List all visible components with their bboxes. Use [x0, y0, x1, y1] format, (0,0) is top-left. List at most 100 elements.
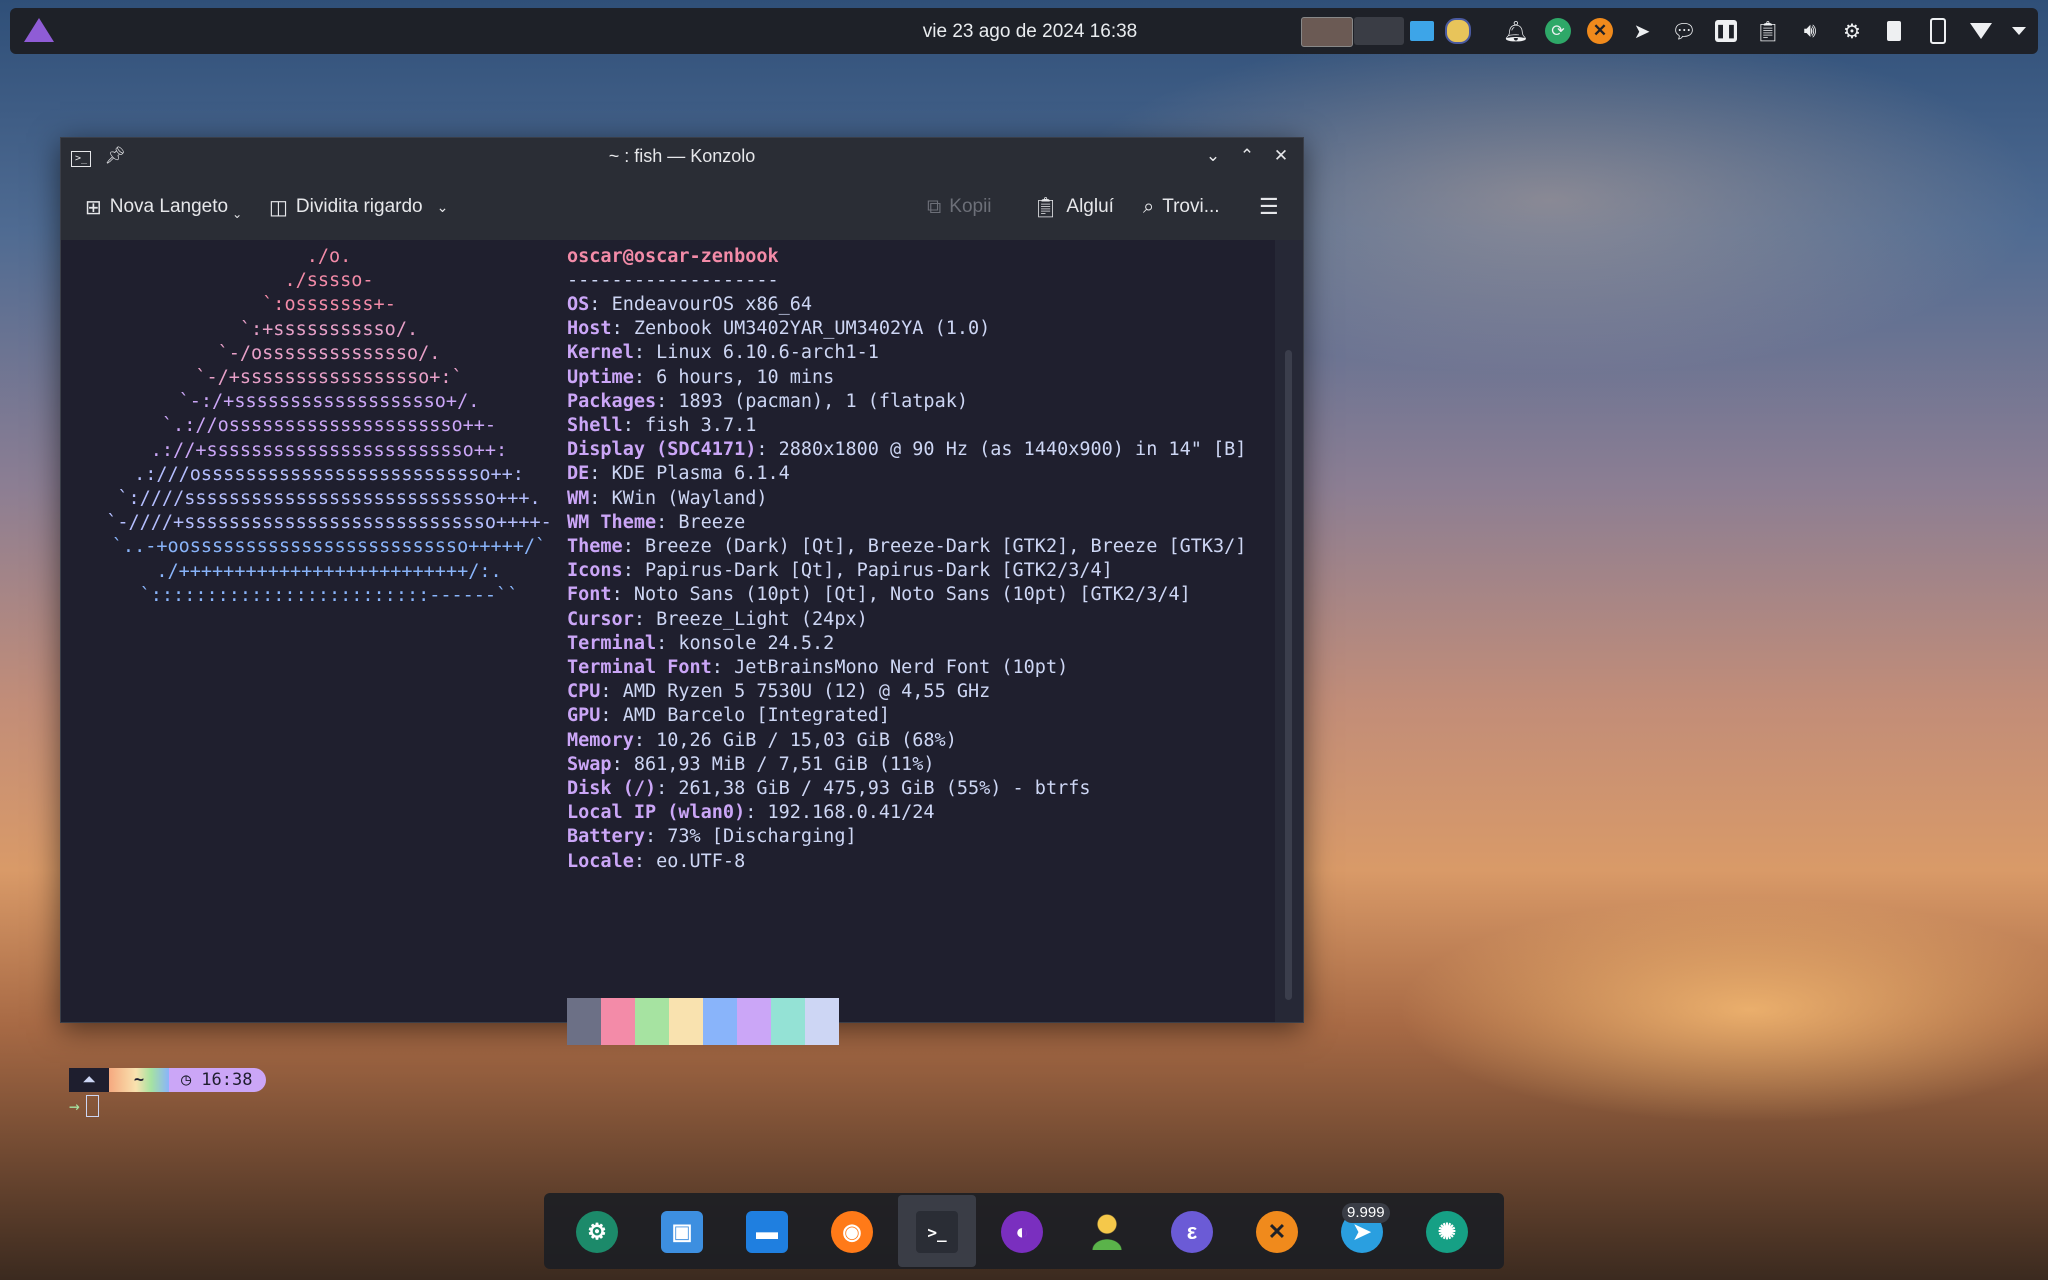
new-tab-menu-icon: ⌄: [232, 207, 243, 221]
info-row: Local IP (wlan0): 192.168.0.41/24: [567, 802, 935, 824]
info-value: eo.UTF-8: [656, 850, 746, 872]
logo-line: `-:/+sssssssssssssssssso+/.: [178, 391, 480, 413]
telegram-icon[interactable]: ➤: [1628, 18, 1656, 44]
search-icon: ⌕: [1143, 195, 1155, 218]
settings-tool-icon[interactable]: ⚙: [576, 1211, 618, 1253]
info-key: Swap: [567, 753, 612, 775]
prompt-dir: ~: [109, 1068, 169, 1092]
help-icon[interactable]: ✕: [1586, 18, 1614, 44]
app-launcher-icon[interactable]: [24, 18, 54, 42]
virtual-desktop-2[interactable]: [1354, 17, 1404, 45]
info-row: DE: KDE Plasma 6.1.4: [567, 463, 790, 485]
info-value: 10,26 GiB / 15,03 GiB (68%): [656, 729, 957, 751]
scrollbar-thumb[interactable]: [1285, 350, 1292, 1000]
window-titlebar[interactable]: >_ 📌︎ ~ : fish — Konzolo ⌄ ⌃ ✕: [61, 138, 1303, 174]
emacs-icon[interactable]: ε: [1171, 1211, 1213, 1253]
palette-swatch: [737, 998, 771, 1045]
logo-line: `-/+sssssssssssssssso+:`: [195, 367, 463, 388]
info-row: Display (SDC4171): 2880x1800 @ 90 Hz (as…: [567, 439, 1247, 461]
info-value: KDE Plasma 6.1.4: [611, 463, 790, 485]
info-value: AMD Barcelo [Integrated]: [622, 705, 891, 727]
logo-line: `:////ssssssssssssssssssssssssssso+++.: [117, 488, 541, 509]
weather-icon[interactable]: [1444, 18, 1472, 44]
minimize-chevron-icon[interactable]: ⌄: [1201, 144, 1225, 168]
info-value: konsole 24.5.2: [678, 632, 835, 654]
panel-clock[interactable]: vie 23 ago de 2024 16:38: [910, 21, 1150, 43]
palette-swatch: [601, 998, 635, 1045]
maximize-chevron-icon[interactable]: ⌃: [1235, 144, 1259, 168]
palette-swatch: [805, 998, 839, 1045]
info-value: 192.168.0.41/24: [767, 802, 935, 824]
info-row: CPU: AMD Ryzen 5 7530U (12) @ 4,55 GHz: [567, 681, 991, 703]
prompt-input-line[interactable]: →: [69, 1095, 99, 1117]
screen-icon[interactable]: [1408, 18, 1436, 44]
fish-prompt: ⏶ ~ ◷ 16:38: [69, 1068, 267, 1092]
clipboard-icon[interactable]: 📋︎: [1754, 18, 1782, 44]
copy-label: Kopii: [949, 196, 992, 217]
tray-expand-chevron-icon[interactable]: [2008, 18, 2030, 44]
new-tab-button[interactable]: ⊞ Nova Langeto ⌄: [85, 194, 243, 221]
user-manager-icon[interactable]: [1086, 1211, 1128, 1253]
palette-swatch: [669, 998, 703, 1045]
tor-browser-icon[interactable]: ◐: [1001, 1211, 1043, 1253]
wifi-icon[interactable]: [1966, 18, 1996, 44]
copy-button[interactable]: ⧉ Kopii: [927, 194, 992, 220]
split-view-chevron-icon: ⌄: [436, 198, 449, 215]
info-row: Disk (/): 261,38 GiB / 475,93 GiB (55%) …: [567, 778, 1091, 799]
info-row: Cursor: Breeze_Light (24px): [567, 608, 868, 630]
terminal-view[interactable]: ./o. ./sssso- `:osssssss+- `:+sssssssssso/.…: [61, 240, 1275, 1117]
info-key: Terminal: [567, 632, 657, 654]
konsole-dock-icon[interactable]: >_: [916, 1211, 958, 1253]
info-key: Icons: [567, 560, 623, 582]
info-key: Uptime: [567, 366, 634, 388]
info-value: KWin (Wayland): [611, 487, 768, 509]
info-value: 861,93 MiB / 7,51 GiB (11%): [633, 753, 935, 775]
info-row: GPU: AMD Barcelo [Integrated]: [567, 705, 891, 727]
split-view-icon: ◫: [269, 196, 288, 219]
info-key: GPU: [567, 705, 601, 727]
info-key: WM Theme: [567, 511, 657, 533]
info-value: 2880x1800 @ 90 Hz (as 1440x900) in 14" […: [778, 439, 1247, 461]
info-row: Locale: eo.UTF-8: [567, 850, 746, 872]
paste-button[interactable]: 📋︎ Algluí: [1033, 194, 1114, 220]
window-title: ~ : fish — Konzolo: [608, 146, 756, 166]
info-value: Breeze_Light (24px): [656, 608, 868, 630]
find-button[interactable]: ⌕ Trovi...: [1143, 194, 1220, 220]
logo-line: ./sssso-: [284, 270, 374, 292]
settings-icon[interactable]: ⚙︎: [1838, 18, 1866, 44]
help-app-icon[interactable]: ✕: [1256, 1211, 1298, 1253]
notification-bell-icon[interactable]: 🔔︎: [1502, 18, 1530, 44]
firefox-icon[interactable]: ◉: [831, 1211, 873, 1253]
info-row: OS: EndeavourOS x86_64: [567, 294, 813, 315]
volume-icon[interactable]: 🔊︎: [1796, 18, 1824, 44]
phone-icon[interactable]: [1924, 18, 1952, 44]
aperture-app-icon[interactable]: ✺: [1426, 1211, 1468, 1253]
info-value: 1893 (pacman), 1 (flatpak): [678, 390, 968, 412]
info-value: Noto Sans (10pt) [Qt], Noto Sans (10pt) …: [633, 584, 1191, 606]
info-value: AMD Ryzen 5 7530U (12) @ 4,55 GHz: [622, 681, 991, 703]
storage-icon[interactable]: [1880, 18, 1908, 44]
info-key: Shell: [567, 415, 623, 436]
media-player-icon[interactable]: ❚❚: [1712, 18, 1740, 44]
info-key: Packages: [567, 390, 657, 412]
text-cursor: [85, 1095, 99, 1117]
info-row: Theme: Breeze (Dark) [Qt], Breeze-Dark […: [567, 536, 1247, 557]
chat-icon[interactable]: 💬︎: [1670, 18, 1698, 44]
info-key: OS: [567, 294, 590, 315]
sync-icon[interactable]: ⟳: [1544, 18, 1572, 44]
terminal-scrollbar[interactable]: [1275, 240, 1303, 1022]
virtual-desktop-1[interactable]: [1301, 17, 1353, 47]
info-key: CPU: [567, 681, 601, 703]
discover-store-icon[interactable]: ▣: [661, 1211, 703, 1253]
file-manager-icon[interactable]: ▬: [746, 1211, 788, 1253]
info-row: Shell: fish 3.7.1: [567, 415, 757, 436]
info-row: Host: Zenbook UM3402YAR_UM3402YA (1.0): [567, 318, 991, 340]
close-icon[interactable]: ✕: [1269, 144, 1293, 168]
logo-line: `-/ossssssssssssso/.: [217, 342, 441, 364]
info-key: Host: [567, 318, 612, 340]
split-view-button[interactable]: ◫ Dividita rigardo ⌄: [269, 194, 448, 220]
info-value: 73% [Discharging]: [667, 826, 857, 848]
hamburger-menu-icon[interactable]: ☰: [1259, 194, 1279, 220]
info-value: fish 3.7.1: [644, 415, 757, 436]
logo-line: `:+sssssssssso/.: [239, 318, 419, 340]
